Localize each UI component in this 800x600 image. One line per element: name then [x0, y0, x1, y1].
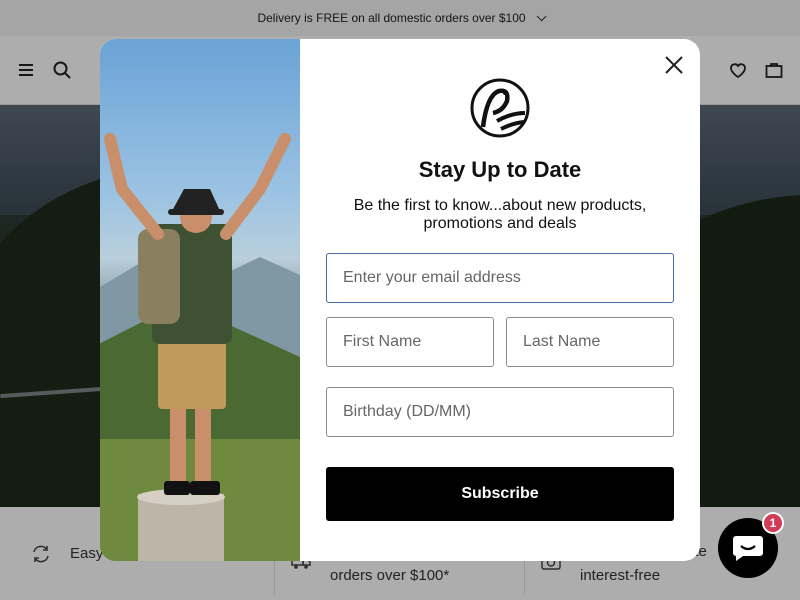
newsletter-modal: Stay Up to Date Be the first to know...a…: [100, 39, 700, 561]
hiker-figure: [104, 133, 291, 561]
brand-logo: [470, 78, 530, 138]
modal-title: Stay Up to Date: [418, 157, 582, 182]
modal-content: Stay Up to Date Be the first to know...a…: [300, 39, 700, 561]
modal-subtitle: Be the first to know...about new product…: [330, 197, 670, 233]
chat-icon: [733, 536, 763, 561]
birthday-field[interactable]: [326, 387, 674, 437]
chat-badge: 1: [762, 512, 784, 534]
subtitle-line: Be the first to know...about new product…: [353, 197, 647, 214]
subscribe-button[interactable]: Subscribe: [326, 467, 674, 521]
subtitle-line: promotions and deals: [423, 215, 577, 232]
last-name-field[interactable]: [506, 317, 674, 367]
hiker-image: [100, 39, 300, 561]
email-field[interactable]: [326, 253, 674, 303]
close-icon[interactable]: [662, 53, 686, 77]
first-name-field[interactable]: [326, 317, 494, 367]
